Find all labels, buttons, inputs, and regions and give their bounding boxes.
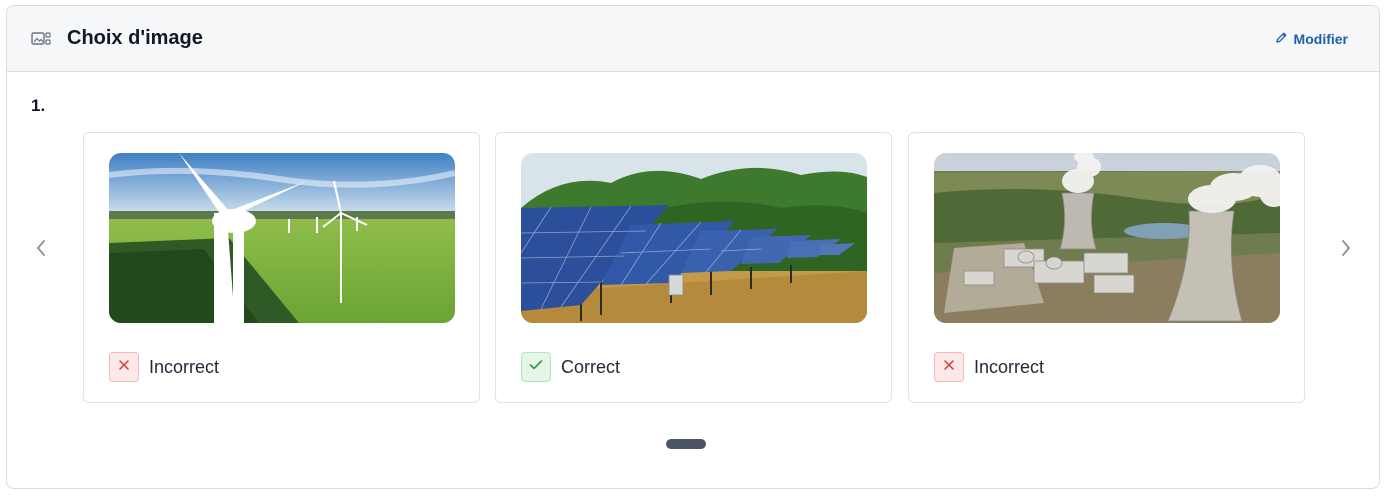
panel-title: Choix d'image bbox=[67, 27, 203, 49]
check-icon bbox=[529, 358, 543, 376]
panel-header: Choix d'image Modifier bbox=[7, 6, 1379, 72]
correct-badge bbox=[521, 352, 551, 382]
wind-turbines-photo bbox=[109, 153, 455, 323]
question-number: 1. bbox=[31, 96, 46, 115]
carousel-page-indicator[interactable] bbox=[666, 439, 706, 449]
image-choice-panel: Choix d'image Modifier 1. Incorrect Corr… bbox=[6, 5, 1380, 489]
status-label: Incorrect bbox=[149, 356, 220, 377]
chevron-right-icon bbox=[1340, 239, 1352, 262]
option-status: Correct bbox=[521, 352, 620, 382]
cross-icon bbox=[943, 358, 955, 376]
edit-button-label: Modifier bbox=[1293, 30, 1348, 47]
status-label: Correct bbox=[561, 356, 621, 377]
image-option-card[interactable]: Correct bbox=[495, 132, 892, 403]
pencil-icon bbox=[1275, 31, 1288, 47]
status-label: Incorrect bbox=[974, 356, 1045, 377]
carousel-next-button[interactable] bbox=[1334, 238, 1358, 262]
image-option-card[interactable]: Incorrect bbox=[83, 132, 480, 403]
incorrect-badge bbox=[934, 352, 964, 382]
cross-icon bbox=[118, 358, 130, 376]
edit-button[interactable]: Modifier bbox=[1275, 31, 1348, 47]
image-choice-icon bbox=[31, 29, 51, 49]
option-status: Incorrect bbox=[109, 352, 219, 382]
solar-panels-photo bbox=[521, 153, 867, 323]
image-option-card[interactable]: Incorrect bbox=[908, 132, 1305, 403]
carousel-prev-button[interactable] bbox=[29, 238, 53, 262]
incorrect-badge bbox=[109, 352, 139, 382]
option-status: Incorrect bbox=[934, 352, 1044, 382]
nuclear-plant-photo bbox=[934, 153, 1280, 323]
chevron-left-icon bbox=[35, 239, 47, 262]
